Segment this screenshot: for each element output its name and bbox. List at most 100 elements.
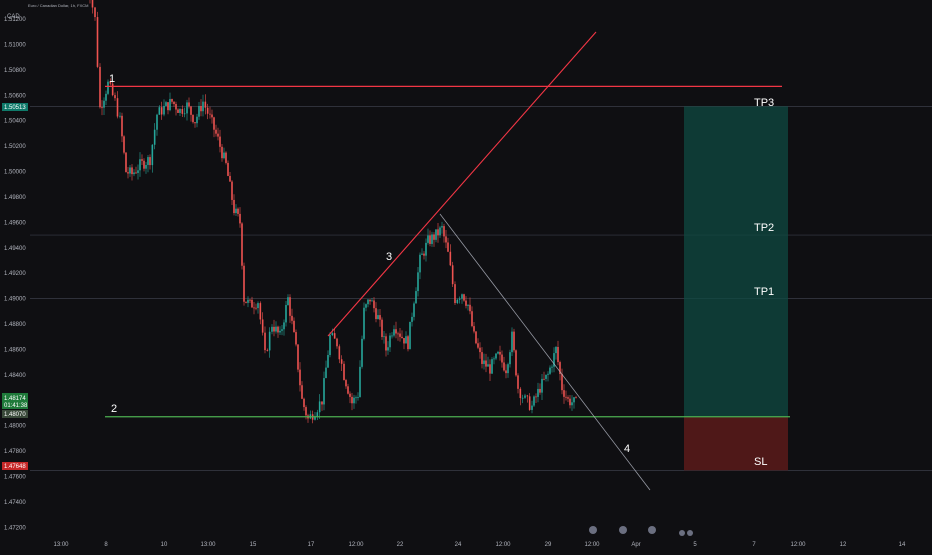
- candle-body: [454, 284, 456, 304]
- candle-body: [413, 303, 415, 317]
- candle-body: [479, 347, 481, 353]
- tp3-price-badge: 1.50513: [2, 103, 28, 111]
- candle-body: [361, 338, 363, 367]
- x-tick-label: 15: [250, 542, 257, 548]
- candle-body: [389, 335, 391, 348]
- candle-body: [204, 101, 207, 108]
- candle-body: [555, 346, 557, 354]
- annotation-3: 3: [386, 251, 392, 263]
- candle-body: [177, 109, 179, 113]
- candle-body: [285, 305, 287, 323]
- candle-body: [545, 374, 547, 379]
- y-tick-label: 1.47200: [4, 525, 26, 531]
- profit-zone[interactable]: [684, 106, 788, 417]
- candle-body: [329, 335, 331, 356]
- y-tick-label: 1.50200: [4, 144, 26, 150]
- x-tick-label: 24: [455, 542, 462, 548]
- candle-body: [316, 412, 319, 417]
- candle-body: [103, 100, 105, 108]
- candle-body: [465, 300, 467, 306]
- candle-body: [409, 321, 411, 350]
- candle-body: [249, 299, 251, 301]
- candle-body: [526, 395, 529, 397]
- candle-body: [186, 102, 188, 114]
- candle-body: [533, 396, 535, 406]
- candle-body: [369, 299, 371, 302]
- event-icon[interactable]: [679, 530, 685, 536]
- candle-body: [377, 315, 379, 320]
- event-icon[interactable]: [619, 526, 627, 534]
- loss-zone[interactable]: [684, 416, 788, 471]
- candle-body: [279, 330, 281, 333]
- y-tick-label: 1.49400: [4, 246, 26, 252]
- x-tick-label: 10: [161, 542, 168, 548]
- candle-body: [291, 315, 293, 321]
- candle-body: [375, 308, 377, 320]
- y-tick-label: 1.48400: [4, 373, 26, 379]
- event-icon[interactable]: [648, 526, 656, 534]
- annotation-2: 2: [111, 403, 117, 415]
- candle-body: [535, 396, 537, 398]
- y-tick-label: 1.48000: [4, 424, 26, 430]
- chart-canvas[interactable]: Euro / Canadian Dollar, 1h, FXCM CAD TP3…: [0, 0, 932, 550]
- candle-body: [575, 397, 577, 399]
- candle-body: [259, 303, 262, 320]
- y-tick-label: 1.48600: [4, 347, 26, 353]
- candle-body: [519, 388, 522, 399]
- candle-body: [365, 304, 367, 308]
- candle-body: [321, 401, 323, 405]
- candle-body: [202, 101, 204, 112]
- price-axis[interactable]: 1.51200 1.51000 1.50800 1.50600 1.50400 1.502…: [4, 17, 26, 531]
- candle-body: [435, 229, 437, 240]
- candle-body: [295, 332, 297, 345]
- candle-body: [429, 235, 431, 244]
- y-tick-label: 1.51200: [4, 17, 26, 23]
- candle-body: [393, 329, 395, 336]
- candle-body: [489, 364, 491, 374]
- candle-body: [227, 162, 229, 176]
- candle-body: [156, 114, 158, 130]
- candle-body: [419, 254, 421, 273]
- candle-body: [397, 333, 399, 335]
- candle-body: [349, 393, 351, 397]
- candle-body: [543, 378, 545, 380]
- candle-body: [137, 170, 139, 173]
- candle-body: [557, 346, 559, 363]
- event-icon[interactable]: [589, 526, 597, 534]
- chart[interactable]: Euro / Canadian Dollar, 1h, FXCM CAD TP3…: [0, 0, 932, 550]
- candle-body: [266, 350, 269, 351]
- candle-body: [223, 152, 225, 159]
- sl-label: SL: [754, 456, 767, 468]
- candle-body: [101, 107, 103, 109]
- candle-body: [141, 159, 143, 161]
- candle-body: [571, 402, 573, 406]
- candle-body: [231, 181, 233, 200]
- candle-body: [183, 113, 186, 115]
- candle-body: [385, 336, 387, 351]
- x-tick-label: 12: [840, 542, 847, 548]
- candle-body: [353, 397, 355, 404]
- candle-body: [119, 115, 121, 117]
- candle-body: [483, 360, 485, 364]
- candle-body: [196, 116, 198, 124]
- candle-body: [567, 397, 569, 399]
- candle-body: [379, 315, 381, 320]
- candle-body: [145, 164, 147, 169]
- candle-body: [251, 299, 253, 308]
- candle-body: [268, 331, 271, 351]
- y-tick-label: 1.48800: [4, 322, 26, 328]
- tp2-label: TP2: [754, 222, 774, 234]
- candle-body: [163, 105, 165, 115]
- annotation-4: 4: [624, 443, 630, 455]
- symbol-title: Euro / Canadian Dollar, 1h, FXCM: [28, 3, 88, 8]
- candle-body: [451, 265, 454, 285]
- event-icon[interactable]: [687, 530, 693, 536]
- candle-body: [359, 366, 361, 397]
- candle-body: [167, 102, 169, 111]
- candle-body: [257, 303, 259, 309]
- candle-body: [247, 299, 249, 303]
- y-tick-label: 1.49800: [4, 195, 26, 201]
- candle-body: [343, 363, 345, 381]
- candle-body: [401, 336, 403, 339]
- candle-body: [501, 354, 503, 363]
